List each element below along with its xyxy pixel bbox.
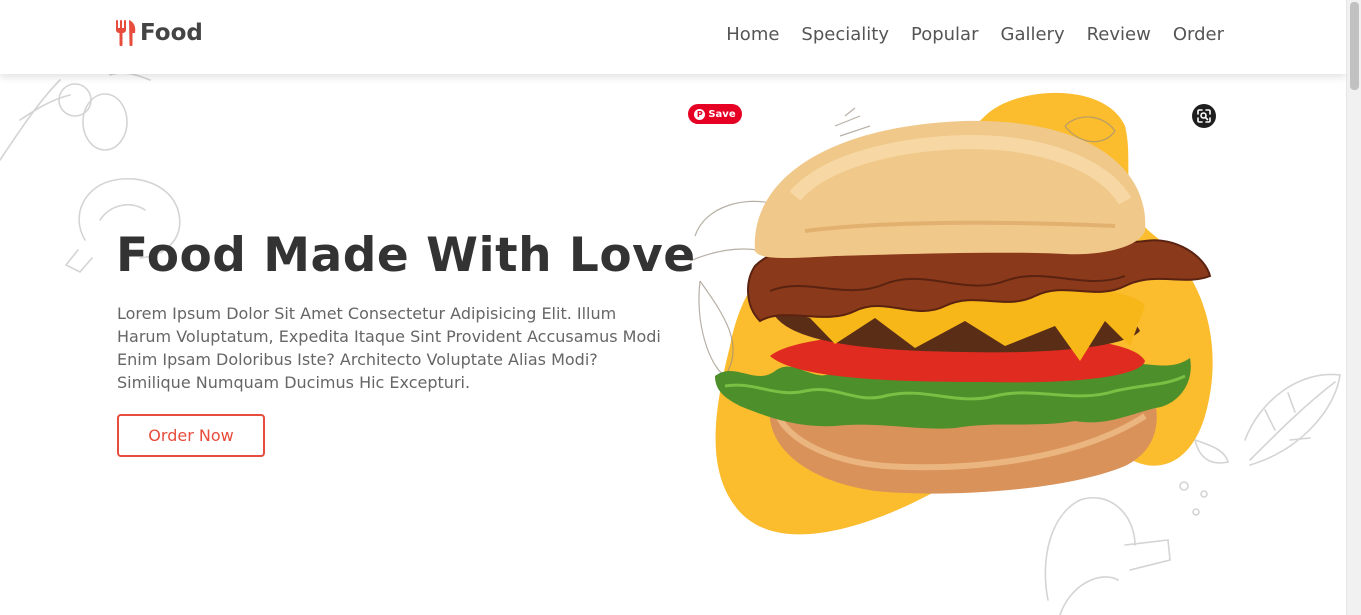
scrollbar-thumb[interactable] (1350, 2, 1359, 90)
pinterest-save-label: Save (708, 108, 736, 120)
nav-order[interactable]: Order (1173, 24, 1224, 45)
visual-search-icon (1197, 109, 1211, 123)
order-now-button[interactable]: Order Now (117, 414, 265, 457)
nav-popular[interactable]: Popular (911, 24, 979, 45)
nav-speciality[interactable]: Speciality (801, 24, 889, 45)
utensils-icon (116, 20, 136, 47)
pinterest-save-button[interactable]: P Save (688, 104, 742, 124)
burger-image (689, 92, 1213, 535)
nav-home[interactable]: Home (726, 24, 779, 45)
pinterest-icon: P (694, 108, 706, 120)
vertical-scrollbar[interactable] (1346, 0, 1361, 615)
brand-logo[interactable]: Food (115, 18, 203, 48)
nav-review[interactable]: Review (1087, 24, 1151, 45)
main-nav: Home Speciality Popular Gallery Review O… (726, 24, 1224, 45)
visual-search-button[interactable] (1192, 104, 1216, 128)
hero-title: Food Made With Love (116, 228, 696, 283)
nav-gallery[interactable]: Gallery (1001, 24, 1065, 45)
top-navigation-bar: Food Home Speciality Popular Gallery Rev… (0, 0, 1346, 74)
brand-name: Food (140, 20, 203, 46)
hero-description: Lorem Ipsum Dolor Sit Amet Consectetur A… (117, 304, 661, 392)
